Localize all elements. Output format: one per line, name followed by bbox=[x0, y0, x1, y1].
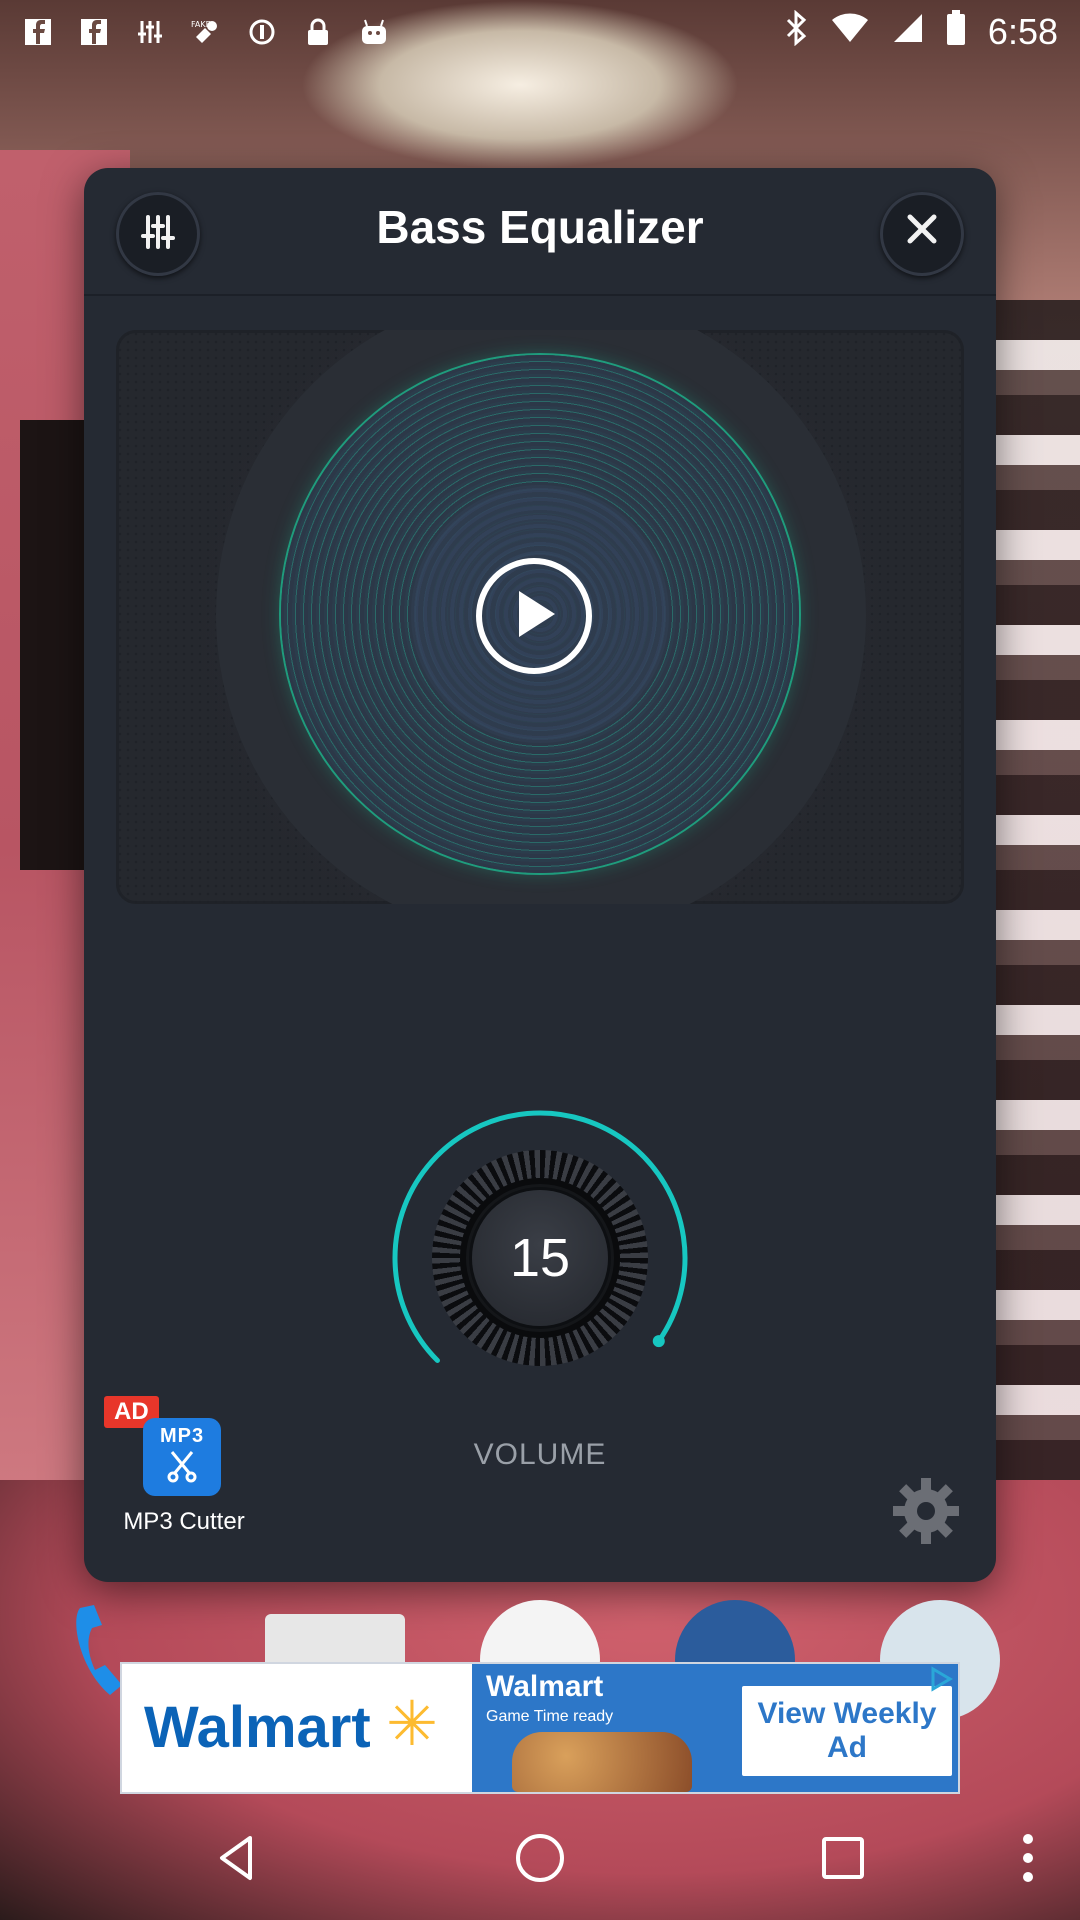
svg-text:FAKE: FAKE bbox=[191, 20, 211, 29]
ad-app-label: MP3 Cutter bbox=[123, 1508, 245, 1535]
walmart-spark-icon: ✳ bbox=[386, 1690, 438, 1759]
food-image bbox=[512, 1732, 692, 1792]
facebook-icon bbox=[78, 16, 110, 48]
play-button[interactable] bbox=[476, 558, 592, 674]
adchoices-icon[interactable] bbox=[928, 1666, 954, 1692]
more-icon bbox=[1021, 1833, 1035, 1888]
close-icon bbox=[904, 211, 940, 257]
home-button[interactable] bbox=[510, 1830, 570, 1890]
home-icon bbox=[513, 1831, 567, 1890]
recents-button[interactable] bbox=[813, 1830, 873, 1890]
recents-icon bbox=[820, 1835, 866, 1886]
banner-cta-area: View Weekly Ad bbox=[732, 1664, 958, 1792]
visualizer-panel bbox=[116, 330, 964, 904]
close-button[interactable] bbox=[880, 192, 964, 276]
bluetooth-icon bbox=[784, 9, 808, 55]
volume-value: 15 bbox=[472, 1190, 608, 1326]
equalizer-icon bbox=[134, 16, 166, 48]
banner-mid-sub: Game Time ready bbox=[486, 1708, 614, 1725]
banner-mid-title: Walmart bbox=[486, 1670, 604, 1703]
more-button[interactable] bbox=[998, 1830, 1058, 1890]
status-icons-right: 6:58 bbox=[784, 9, 1058, 55]
play-icon bbox=[509, 587, 559, 646]
info-icon bbox=[246, 16, 278, 48]
navigation-bar bbox=[0, 1800, 1080, 1920]
gear-icon bbox=[891, 1478, 961, 1560]
view-weekly-ad-button[interactable]: View Weekly Ad bbox=[742, 1686, 952, 1776]
ad-banner[interactable]: Walmart ✳ Walmart Game Time ready View W… bbox=[120, 1662, 960, 1794]
ad-mp3-cutter[interactable]: AD MP3 MP3 Cutter bbox=[104, 1396, 245, 1556]
wallpaper-curtain bbox=[985, 300, 1080, 1500]
bass-equalizer-dialog: Bass Equalizer 15 VOLUME AD MP3 MP3 Cutt… bbox=[84, 168, 996, 1582]
back-icon bbox=[212, 1833, 262, 1888]
lock-icon bbox=[302, 16, 334, 48]
scissors-icon bbox=[164, 1448, 200, 1489]
settings-button[interactable] bbox=[888, 1476, 964, 1552]
wallpaper-frame bbox=[20, 420, 90, 870]
android-icon bbox=[358, 16, 390, 48]
facebook-icon bbox=[22, 16, 54, 48]
volume-knob[interactable]: 15 bbox=[390, 1108, 690, 1408]
status-icons-left: FAKE bbox=[22, 16, 390, 48]
back-button[interactable] bbox=[207, 1830, 267, 1890]
fake-gps-icon: FAKE bbox=[190, 16, 222, 48]
banner-image: Walmart Game Time ready bbox=[472, 1664, 732, 1792]
battery-icon bbox=[946, 9, 966, 55]
dialog-title: Bass Equalizer bbox=[376, 201, 704, 253]
banner-brand: Walmart bbox=[144, 1695, 371, 1760]
wifi-icon bbox=[830, 11, 870, 53]
dialog-header: Bass Equalizer bbox=[84, 168, 996, 296]
mp3-icon-text: MP3 bbox=[159, 1425, 205, 1447]
clock: 6:58 bbox=[987, 11, 1058, 52]
status-bar: FAKE 6:58 bbox=[0, 0, 1080, 64]
volume-handle[interactable] bbox=[652, 1335, 665, 1348]
signal-icon bbox=[892, 11, 924, 53]
mp3-cutter-icon[interactable]: MP3 bbox=[143, 1418, 221, 1496]
